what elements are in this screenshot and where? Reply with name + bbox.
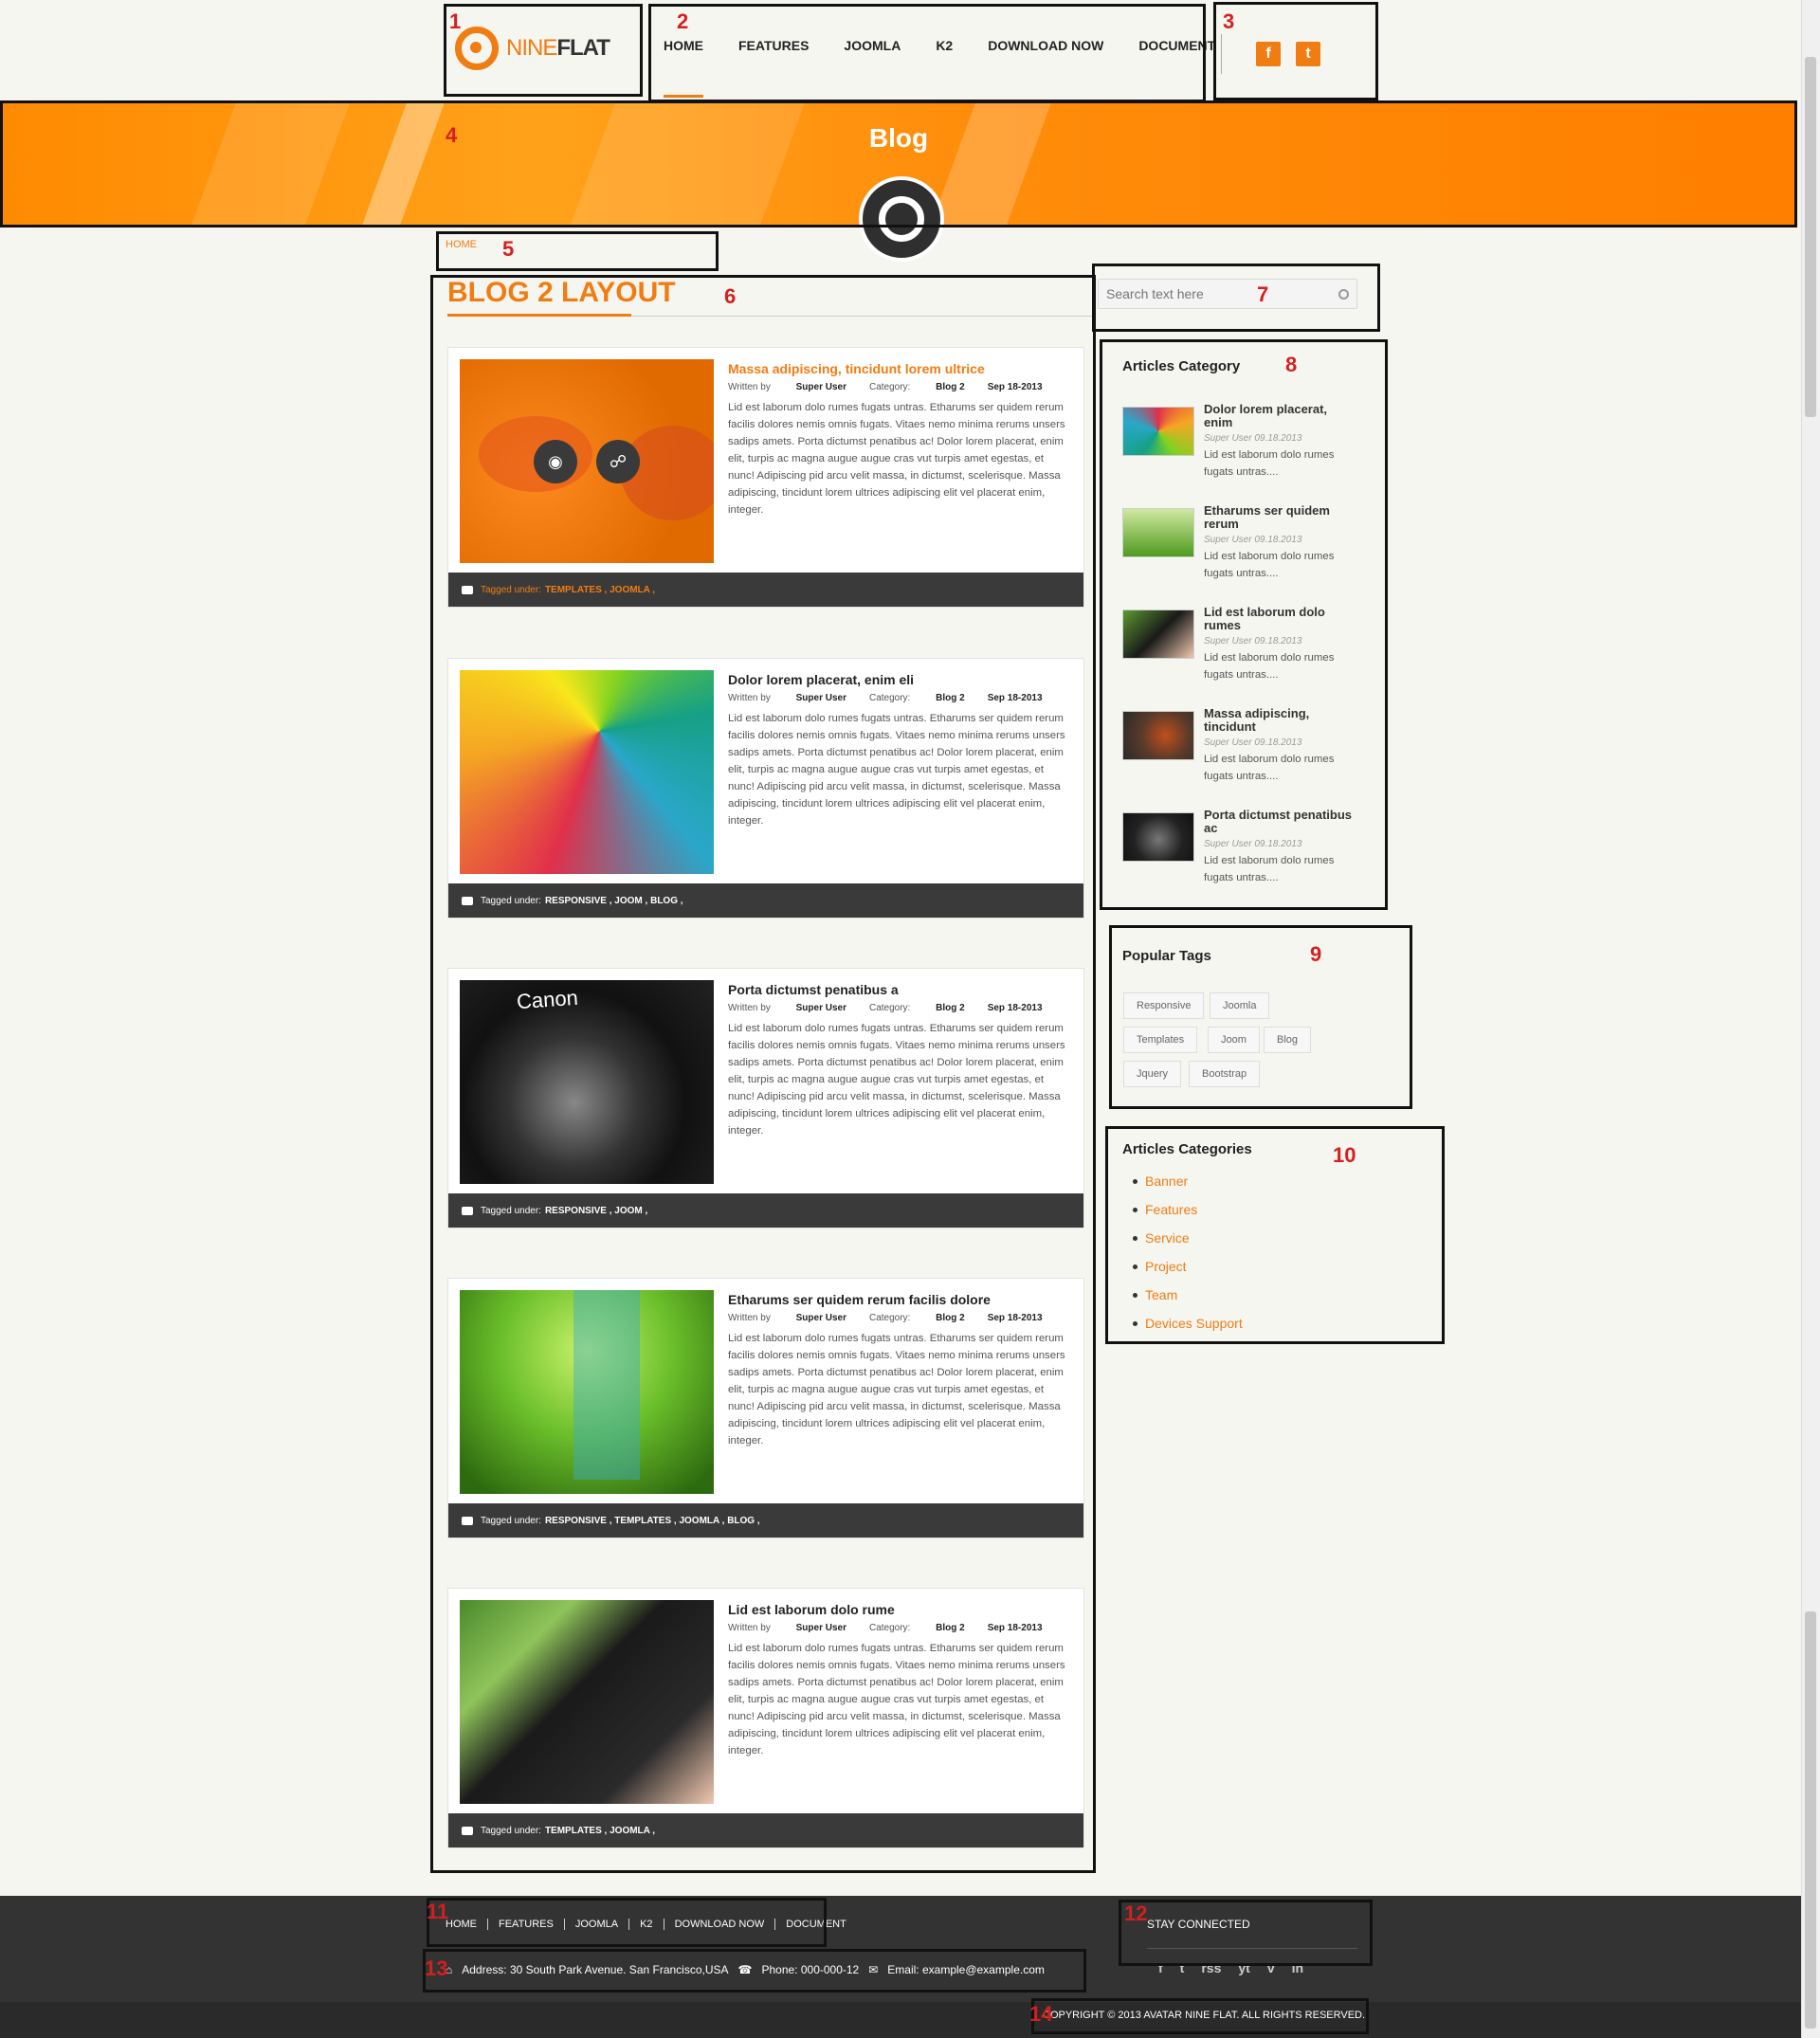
annotation-box (0, 100, 1797, 227)
annotation-box (436, 231, 719, 271)
annotation-number: 13 (425, 1956, 448, 1980)
annotation-box (1105, 1126, 1445, 1344)
annotation-box (1213, 2, 1378, 100)
scrollbar-thumb[interactable] (1805, 1611, 1816, 2029)
annotation-number: 5 (502, 237, 515, 261)
annotation-number: 8 (1285, 353, 1298, 376)
annotation-number: 4 (446, 123, 458, 147)
annotation-number: 2 (677, 9, 689, 33)
copyright-bar (0, 2002, 1806, 2038)
annotation-box (648, 4, 1206, 102)
annotation-box (1031, 1998, 1369, 2034)
annotation-box (1109, 925, 1412, 1109)
annotation-number: 7 (1257, 282, 1269, 306)
annotation-box (423, 1949, 1086, 1993)
annotation-box (444, 4, 643, 97)
annotation-number: 11 (427, 1900, 449, 1923)
scrollbar-thumb[interactable] (1805, 57, 1816, 417)
annotation-number: 14 (1029, 2002, 1053, 2026)
annotation-number: 1 (449, 9, 462, 33)
annotation-box (1100, 339, 1388, 910)
annotation-number: 3 (1223, 9, 1235, 33)
annotation-box (427, 1898, 827, 1947)
annotation-box (1119, 1900, 1373, 1966)
annotation-box (430, 275, 1096, 1873)
annotation-number: 10 (1333, 1143, 1356, 1167)
annotation-number: 6 (724, 284, 737, 308)
annotation-number: 9 (1310, 942, 1322, 966)
annotation-box (1092, 264, 1380, 332)
annotation-number: 12 (1124, 1902, 1148, 1925)
